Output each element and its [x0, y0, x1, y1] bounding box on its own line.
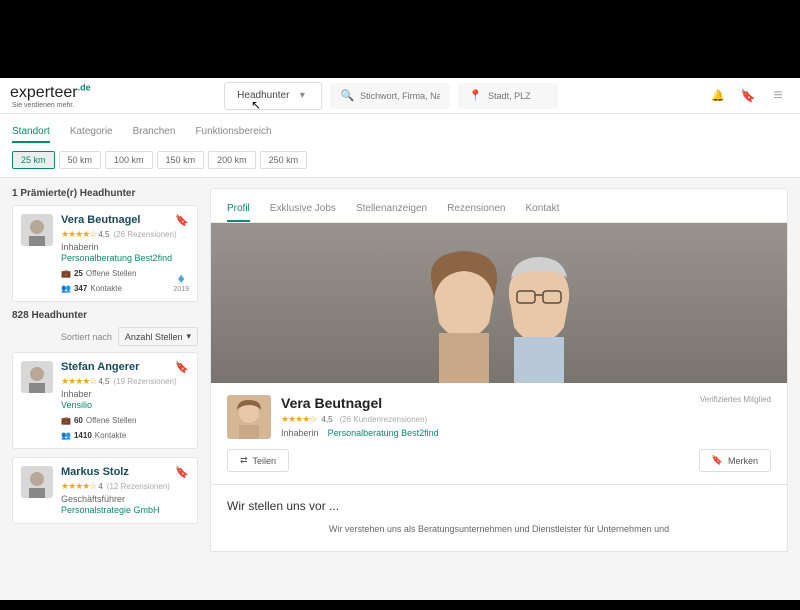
distance-chip[interactable]: 250 km — [260, 151, 308, 169]
search-type-dropdown[interactable]: Headhunter ▾ — [224, 82, 322, 110]
card-name: Markus Stolz — [61, 466, 189, 478]
bookmarks-icon[interactable]: 🔖 — [736, 84, 760, 108]
contacts-count: 👥347Kontakte — [61, 284, 122, 293]
keyword-input[interactable] — [360, 91, 440, 101]
avatar — [21, 466, 53, 498]
card-company-link[interactable]: Personalberatung Best2find — [61, 253, 189, 263]
rating-stars: ★★★★☆ — [61, 229, 96, 239]
bookmark-icon[interactable]: 🔖 — [175, 466, 189, 479]
menu-icon[interactable]: ≡ — [766, 84, 790, 108]
avatar — [21, 214, 53, 246]
intro-section: Wir stellen uns vor ... Wir verstehen un… — [210, 485, 788, 552]
card-company-link[interactable]: Personalstrategie GmbH — [61, 505, 189, 515]
rating-stars: ★★★★☆ — [61, 481, 96, 491]
chevron-down-icon: ▾ — [295, 89, 309, 103]
card-role: Inhaber — [61, 389, 189, 399]
card-company-link[interactable]: Vensilio — [61, 400, 189, 410]
headhunter-card[interactable]: 🔖 Vera Beutnagel ★★★★☆4,5(26 Rezensionen… — [12, 205, 198, 302]
profile-tab-kontakt[interactable]: Kontakt — [525, 197, 559, 222]
profile-tab-stellenanzeigen[interactable]: Stellenanzeigen — [356, 197, 427, 222]
keyword-search[interactable]: 🔍 — [330, 83, 450, 109]
filter-tab-standort[interactable]: Standort — [12, 122, 50, 143]
distance-chips: 25 km50 km100 km150 km200 km250 km — [12, 151, 788, 169]
profile-avatar — [227, 395, 271, 439]
contacts-count: 👥1410Kontakte — [61, 431, 126, 440]
premiere-heading: 1 Prämierte(r) Headhunter — [12, 188, 198, 199]
results-sidebar: 1 Prämierte(r) Headhunter 🔖 Vera Beutnag… — [12, 188, 198, 600]
share-button[interactable]: ⇄ Teilen — [227, 449, 289, 472]
rating-stars: ★★★★☆ — [61, 376, 96, 386]
verified-badge: Verifiziertes Mitglied — [700, 395, 771, 404]
sort-select[interactable]: Anzahl Stellen ▾ — [118, 327, 198, 346]
profile-panel: Profil Exklusive Jobs Stellenanzeigen Rezen… — [210, 188, 788, 600]
open-positions: 💼60Offene Stellen — [61, 416, 136, 425]
profile-header-card: Vera Beutnagel ★★★★☆ 4,5 (26 Kundenrezen… — [210, 383, 788, 485]
search-icon: 🔍 — [340, 89, 354, 103]
bookmark-icon[interactable]: 🔖 — [175, 214, 189, 227]
count-heading: 828 Headhunter — [12, 310, 198, 321]
hero-image — [210, 223, 788, 383]
intro-text: Wir verstehen uns als Beratungsunternehm… — [227, 523, 771, 537]
filter-tab-kategorie[interactable]: Kategorie — [70, 122, 113, 143]
sort-row: Sortiert nach Anzahl Stellen ▾ — [12, 327, 198, 346]
headhunter-card[interactable]: 🔖 Stefan Angerer ★★★★☆4,5(19 Rezensionen… — [12, 352, 198, 449]
distance-chip[interactable]: 25 km — [12, 151, 55, 169]
card-role: Geschäftsführer — [61, 494, 189, 504]
location-input[interactable] — [488, 91, 548, 101]
filter-tab-funktionsbereich[interactable]: Funktionsbereich — [195, 122, 271, 143]
rating-stars: ★★★★☆ — [281, 414, 316, 424]
bookmark-icon[interactable]: 🔖 — [175, 361, 189, 374]
location-search[interactable]: 📍 — [458, 83, 558, 109]
award-badge: ♦2019 — [173, 270, 189, 293]
profile-name: Vera Beutnagel — [281, 395, 690, 411]
avatar — [21, 361, 53, 393]
filter-tab-branchen[interactable]: Branchen — [133, 122, 176, 143]
headhunter-card[interactable]: 🔖 Markus Stolz ★★★★☆4(12 Rezensionen) Ge… — [12, 457, 198, 524]
logo[interactable]: experteer.de Sie verdienen mehr. — [10, 82, 91, 108]
intro-title: Wir stellen uns vor ... — [227, 499, 771, 513]
bookmark-icon: 🔖 — [712, 455, 723, 466]
profile-tab-profil[interactable]: Profil — [227, 197, 250, 222]
distance-chip[interactable]: 200 km — [208, 151, 256, 169]
profile-company-link[interactable]: Personalberatung Best2find — [328, 428, 439, 438]
filter-bar: Standort Kategorie Branchen Funktionsbereic… — [0, 114, 800, 178]
profile-tab-exklusive-jobs[interactable]: Exklusive Jobs — [270, 197, 336, 222]
card-name: Stefan Angerer — [61, 361, 189, 373]
open-positions: 💼25Offene Stellen — [61, 269, 136, 278]
card-name: Vera Beutnagel — [61, 214, 189, 226]
distance-chip[interactable]: 100 km — [105, 151, 153, 169]
profile-tabs: Profil Exklusive Jobs Stellenanzeigen Rezen… — [210, 188, 788, 223]
distance-chip[interactable]: 150 km — [157, 151, 205, 169]
chevron-down-icon: ▾ — [186, 331, 191, 342]
card-role: Inhaberin — [61, 242, 189, 252]
filter-tabs: Standort Kategorie Branchen Funktionsbereic… — [12, 122, 788, 143]
distance-chip[interactable]: 50 km — [59, 151, 102, 169]
share-icon: ⇄ — [240, 455, 248, 466]
notifications-icon[interactable]: 🔔 — [706, 84, 730, 108]
pin-icon: 📍 — [468, 89, 482, 103]
top-bar: experteer.de Sie verdienen mehr. Headhun… — [0, 78, 800, 114]
bookmark-button[interactable]: 🔖 Merken — [699, 449, 771, 472]
profile-tab-rezensionen[interactable]: Rezensionen — [447, 197, 505, 222]
